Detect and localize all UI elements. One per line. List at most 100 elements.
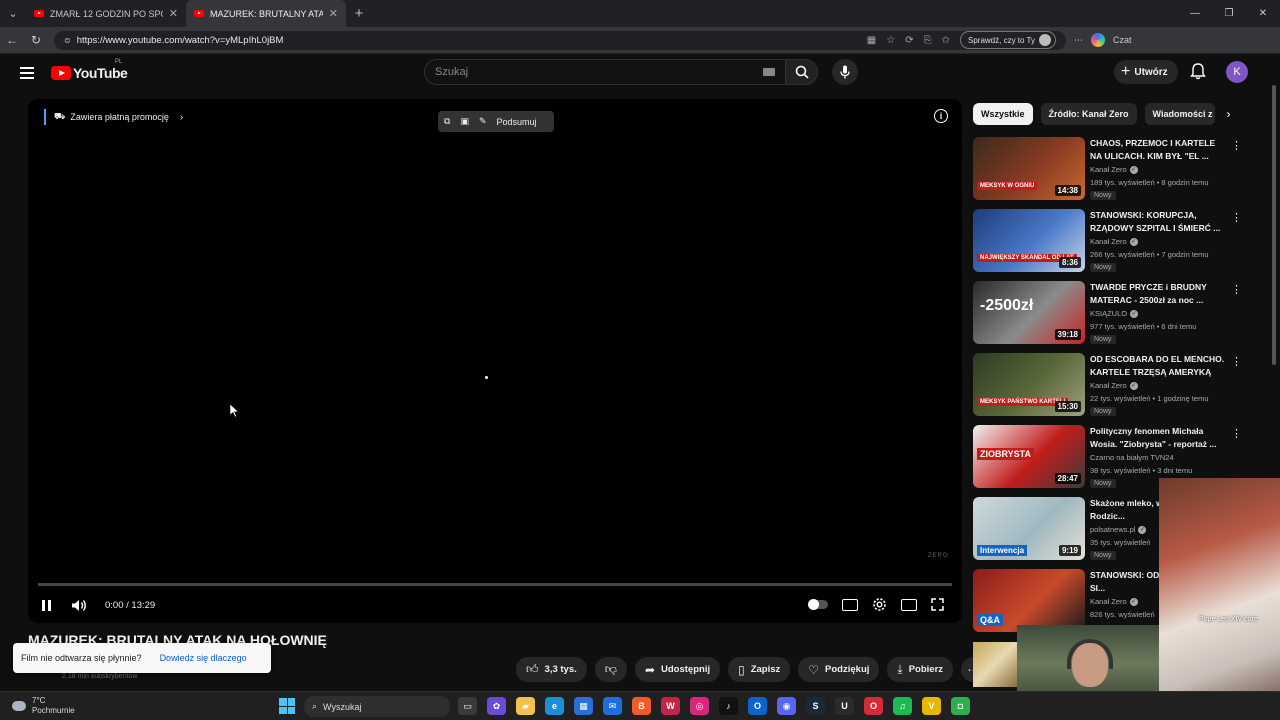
share-button[interactable]: ➦ Udostępnij [634,657,721,682]
recommendation-item[interactable]: MEKSYK PAŃSTWO KARTELI 15:30 OD ESCOBARA D… [973,353,1243,417]
theater-mode-icon[interactable] [901,598,917,611]
weather-widget[interactable]: 7°C Pochmurnie [12,696,75,716]
learn-why-link[interactable]: Dowiedz się dlaczego [160,653,247,663]
mail-icon[interactable]: ✉ [603,697,622,715]
notifications-bell-icon[interactable] [1190,63,1206,80]
download-button[interactable]: ⤓ Pobierz [887,657,954,682]
video-thumbnail[interactable]: ZIOBRYSTA 28:47 [973,425,1085,488]
instagram-icon[interactable]: ◎ [690,697,709,715]
app-u-icon[interactable]: U [835,697,854,715]
wykop-icon[interactable]: W [661,697,680,715]
edge-icon[interactable]: e [545,697,564,715]
brave-icon[interactable]: B [632,697,651,715]
store-icon[interactable]: ▦ [574,697,593,715]
restore-icon[interactable]: ❐ [1212,8,1246,19]
discord-icon[interactable]: ◉ [777,697,796,715]
favorite-star-icon[interactable]: ☆ [886,35,895,46]
summarize-icon[interactable]: ✎ [479,116,487,127]
video-thumbnail[interactable]: Q&A [973,569,1085,632]
new-tab-icon[interactable]: + [346,5,372,22]
keyboard-icon[interactable] [763,68,775,76]
extensions-icon[interactable]: ⟳ [905,35,913,46]
recommendation-title[interactable]: Polityczny fenomen Michała Wosia. "Ziobr… [1090,425,1228,451]
chip-news[interactable]: Wiadomości z [1144,103,1215,125]
more-menu-icon[interactable]: ⋯ [1074,35,1083,46]
channel-name[interactable]: Czarno na białym TVN24 [1090,453,1174,462]
thanks-button[interactable]: ♡ Podziękuj [798,657,880,682]
youtube-logo[interactable]: YouTube PL [51,59,128,81]
video-thumbnail[interactable]: MEKSYK W OGNIU 14:38 [973,137,1085,200]
back-icon[interactable]: ← [0,33,24,47]
paid-promotion-notice[interactable]: ⛟ Zawiera płatną promocję › [44,109,183,125]
favorites-icon[interactable]: ✩ [942,35,950,46]
browser-tab-active[interactable]: MAZUREK: BRUTALNY ATAK NA HOŁOWNIĘ ✕ [186,0,346,27]
video-thumbnail[interactable]: Interwencja 9:19 [973,497,1085,560]
channel-name[interactable]: Kanał Zero ✓ [1090,165,1138,174]
save-button[interactable]: ▯ Zapisz [728,657,791,682]
recommendation-title[interactable]: TWARDE PRYCZE i BRUDNY MATERAC - 2500zł … [1090,281,1228,307]
miniplayer-icon[interactable]: ⧉ [444,116,450,127]
channel-name[interactable]: Kanał Zero ✓ [1090,237,1138,246]
copilot-icon[interactable] [1091,33,1105,47]
more-options-icon[interactable]: ⋮ [1231,139,1242,152]
video-thumbnail[interactable]: NAJWIĘKSZY SKANDAL OD LAT 8:36 [973,209,1085,272]
video-thumbnail[interactable]: MEKSYK PAŃSTWO KARTELI 15:30 [973,353,1085,416]
chevron-right-icon[interactable]: › [1227,107,1231,121]
user-avatar[interactable]: K [1226,61,1248,83]
task-view-icon[interactable]: ▭ [458,697,477,715]
channel-name[interactable]: Kanał Zero ✓ [1090,381,1138,390]
progress-bar[interactable] [38,583,952,586]
subtitles-icon[interactable] [842,598,858,611]
recommendation-title[interactable]: CHAOS, PRZEMOC I KARTELE NA ULICACH. KIM… [1090,137,1228,163]
more-options-icon[interactable]: ⋮ [1231,211,1242,224]
search-button[interactable] [786,59,818,85]
more-options-icon[interactable]: ⋮ [1231,283,1242,296]
info-icon[interactable]: i [934,109,948,123]
close-window-icon[interactable]: ✕ [1246,8,1280,19]
recommendation-item[interactable]: NAJWIĘKSZY SKANDAL OD LAT 8:36 STANOWSKI: … [973,209,1243,273]
windows-start-icon[interactable] [279,698,295,714]
copilot-label[interactable]: Czat [1113,35,1132,45]
recommendation-item[interactable]: MEKSYK W OGNIU 14:38 CHAOS, PRZEMOC I KART… [973,137,1243,201]
read-mode-icon[interactable]: ▦ [867,35,876,46]
partial-thumbnail[interactable] [973,642,1017,687]
more-options-icon[interactable]: ⋮ [1231,355,1242,368]
settings-gear-icon[interactable] [872,597,887,612]
app-v-icon[interactable]: V [922,697,941,715]
video-player[interactable]: ⛟ Zawiera płatną promocję › ⧉ ▣ ✎ Podsum… [28,99,962,623]
autoplay-toggle[interactable] [808,599,828,610]
volume-icon[interactable] [71,599,87,612]
site-info-icon[interactable]: ⊜ [64,36,71,45]
voice-search-button[interactable] [832,59,858,85]
cast-icon[interactable]: ▣ [460,116,469,127]
chip-source-channel[interactable]: Źródło: Kanał Zero [1040,103,1137,125]
opera-gx-icon[interactable]: O [864,697,883,715]
recommendation-title[interactable]: OD ESCOBARA DO EL MENCHO. KARTELE TRZĘSĄ… [1090,353,1228,379]
more-options-icon[interactable]: ⋮ [1231,427,1242,440]
chip-all[interactable]: Wszystkie [973,103,1033,125]
channel-name[interactable]: polsatnews.pl ✓ [1090,525,1147,534]
summarize-button[interactable]: Podsumuj [497,117,537,127]
split-screen-icon[interactable]: ⎘ [924,35,932,46]
refresh-icon[interactable]: ↻ [24,33,48,47]
fullscreen-icon[interactable] [931,598,944,611]
recommendation-item[interactable]: -2500zł 39:18 TWARDE PRYCZE i BRUDNY MATER… [973,281,1243,345]
file-explorer-icon[interactable]: ▰ [516,697,535,715]
app-g-icon[interactable]: ◘ [951,697,970,715]
tab-list-chevron-icon[interactable]: ⌄ [0,0,26,27]
like-button[interactable]: 👍︎ 3,3 tys. [516,657,587,682]
minimize-icon[interactable]: — [1178,8,1212,19]
close-tab-icon[interactable]: ✕ [329,7,338,20]
menu-icon[interactable] [20,64,34,82]
tiktok-icon[interactable]: ♪ [719,697,738,715]
copilot-icon[interactable]: ✿ [487,697,506,715]
spotify-icon[interactable]: ♫ [893,697,912,715]
close-tab-icon[interactable]: ✕ [169,7,178,20]
steam-icon[interactable]: S [806,697,825,715]
browser-tab[interactable]: ZMARŁ 12 GODZIN PO SPOTKANIU ✕ [26,0,186,27]
scrollbar-thumb[interactable] [1272,85,1276,365]
outlook-icon[interactable]: O [748,697,767,715]
profile-button[interactable]: Sprawdź, czy to Ty [960,31,1056,49]
channel-name[interactable]: Kanał Zero ✓ [1090,597,1138,606]
dislike-button[interactable]: 👎︎ [594,657,627,682]
